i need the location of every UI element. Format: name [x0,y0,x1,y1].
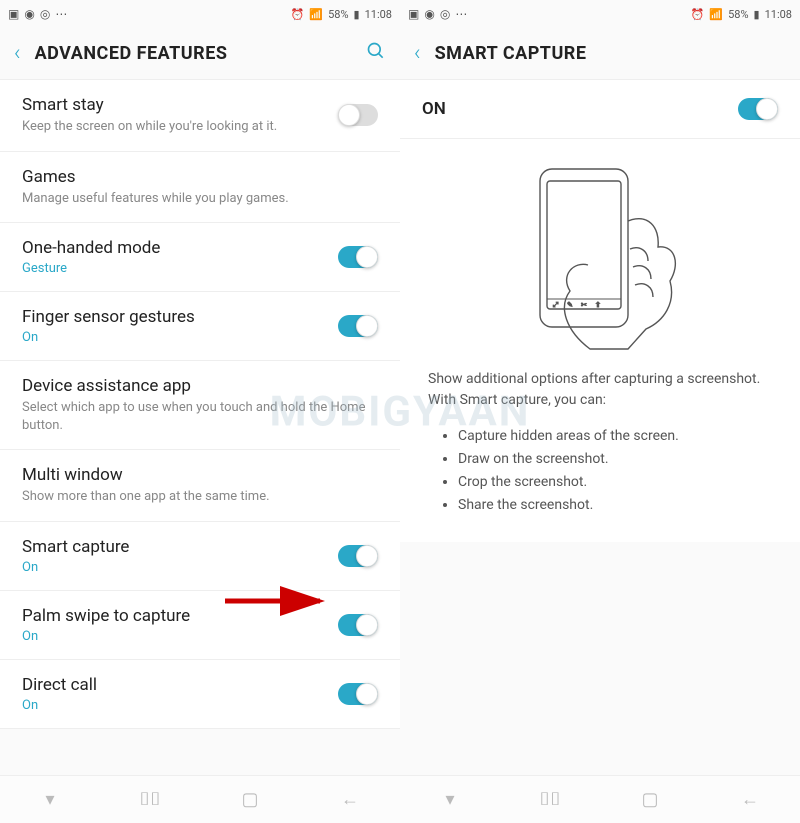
hide-keyboard-icon[interactable]: ▾ [0,776,100,823]
time: 11:08 [765,8,792,21]
bullet: Capture hidden areas of the screen. [458,428,758,444]
appbar: ‹ ADVANCED FEATURES [0,28,400,80]
instagram-icon: ◎ [40,7,50,21]
back-nav-icon[interactable]: ← [300,776,400,823]
label: Direct call [22,675,326,695]
home-icon[interactable]: ▢ [200,776,300,823]
alarm-icon: ⏰ [291,8,305,21]
recents-icon[interactable]: ⌷⌷ [100,776,200,823]
battery-icon: ▮ [354,8,360,21]
label: Smart stay [22,95,326,115]
svg-text:✂: ✂ [581,301,587,309]
item-multi-window[interactable]: Multi window Show more than one app at th… [0,450,400,522]
label: One-handed mode [22,238,326,258]
back-icon[interactable]: ‹ [14,41,21,66]
svg-text:⇪: ⇪ [595,301,601,309]
android-navbar: ▾ ⌷⌷ ▢ ← [400,775,800,823]
back-nav-icon[interactable]: ← [700,776,800,823]
toggle-direct-call[interactable] [338,683,378,705]
hide-keyboard-icon[interactable]: ▾ [400,776,500,823]
time: 11:08 [365,8,392,21]
recents-icon[interactable]: ⌷⌷ [500,776,600,823]
desc: Show more than one app at the same time. [22,488,366,506]
label: Multi window [22,465,366,485]
phone-left: ▣ ◉ ◎ ⋯ ⏰ 📶 58% ▮ 11:08 ‹ ADVANCED FEATU… [0,0,400,823]
item-palm-swipe[interactable]: Palm swipe to capture On [0,591,400,660]
page-title: SMART CAPTURE [435,43,786,64]
item-device-assistance[interactable]: Device assistance app Select which app to… [0,361,400,450]
alarm-icon: ⏰ [691,8,705,21]
battery-pct: 58% [328,8,348,21]
more-icon: ⋯ [55,7,67,21]
appbar: ‹ SMART CAPTURE [400,28,800,80]
signal-icon: 📶 [309,8,323,21]
label: Smart capture [22,537,326,557]
gallery-icon: ▣ [8,7,19,21]
sub: Gesture [22,261,326,276]
svg-text:✎: ✎ [567,301,573,309]
app-icon: ◉ [424,7,434,21]
bullet: Crop the screenshot. [458,474,758,490]
android-navbar: ▾ ⌷⌷ ▢ ← [0,775,400,823]
item-smart-stay[interactable]: Smart stay Keep the screen on while you'r… [0,80,400,152]
signal-icon: 📶 [709,8,723,21]
sub: On [22,698,326,713]
desc: Select which app to use when you touch a… [22,399,366,434]
gallery-icon: ▣ [408,7,419,21]
back-icon[interactable]: ‹ [414,41,421,66]
item-one-handed[interactable]: One-handed mode Gesture [0,223,400,292]
settings-list[interactable]: Smart stay Keep the screen on while you'r… [0,80,400,775]
toggle-master[interactable] [738,98,778,120]
status-bar: ▣ ◉ ◎ ⋯ ⏰ 📶 58% ▮ 11:08 [400,0,800,28]
sub: On [22,629,326,644]
home-icon[interactable]: ▢ [600,776,700,823]
battery-pct: 58% [728,8,748,21]
page-title: ADVANCED FEATURES [35,43,352,64]
battery-icon: ▮ [754,8,760,21]
sub: On [22,330,326,345]
description-text: Show additional options after capturing … [400,363,800,419]
svg-text:⤢: ⤢ [553,301,559,309]
more-icon: ⋯ [455,7,467,21]
master-switch-row[interactable]: ON [400,80,800,139]
detail-content: ON ⤢ ✎ ✂ ⇪ Show additional options after ca… [400,80,800,775]
sub: On [22,560,326,575]
item-direct-call[interactable]: Direct call On [0,660,400,729]
hand-phone-illustration: ⤢ ✎ ✂ ⇪ [400,139,800,363]
switch-label: ON [422,99,446,119]
desc: Keep the screen on while you're looking … [22,118,326,136]
label: Device assistance app [22,376,366,396]
bullet: Share the screenshot. [458,497,758,513]
label: Games [22,167,366,187]
toggle-finger-sensor[interactable] [338,315,378,337]
feature-bullets: Capture hidden areas of the screen. Draw… [400,419,800,542]
search-icon[interactable] [366,41,386,66]
label: Finger sensor gestures [22,307,326,327]
app-icon: ◉ [24,7,34,21]
item-finger-sensor[interactable]: Finger sensor gestures On [0,292,400,361]
status-bar: ▣ ◉ ◎ ⋯ ⏰ 📶 58% ▮ 11:08 [0,0,400,28]
bullet: Draw on the screenshot. [458,451,758,467]
toggle-one-handed[interactable] [338,246,378,268]
desc: Manage useful features while you play ga… [22,190,366,208]
toggle-smart-stay[interactable] [338,104,378,126]
toggle-smart-capture[interactable] [338,545,378,567]
item-smart-capture[interactable]: Smart capture On [0,522,400,591]
instagram-icon: ◎ [440,7,450,21]
label: Palm swipe to capture [22,606,326,626]
toggle-palm-swipe[interactable] [338,614,378,636]
item-games[interactable]: Games Manage useful features while you pl… [0,152,400,224]
phone-right: ▣ ◉ ◎ ⋯ ⏰ 📶 58% ▮ 11:08 ‹ SMART CAPTURE … [400,0,800,823]
